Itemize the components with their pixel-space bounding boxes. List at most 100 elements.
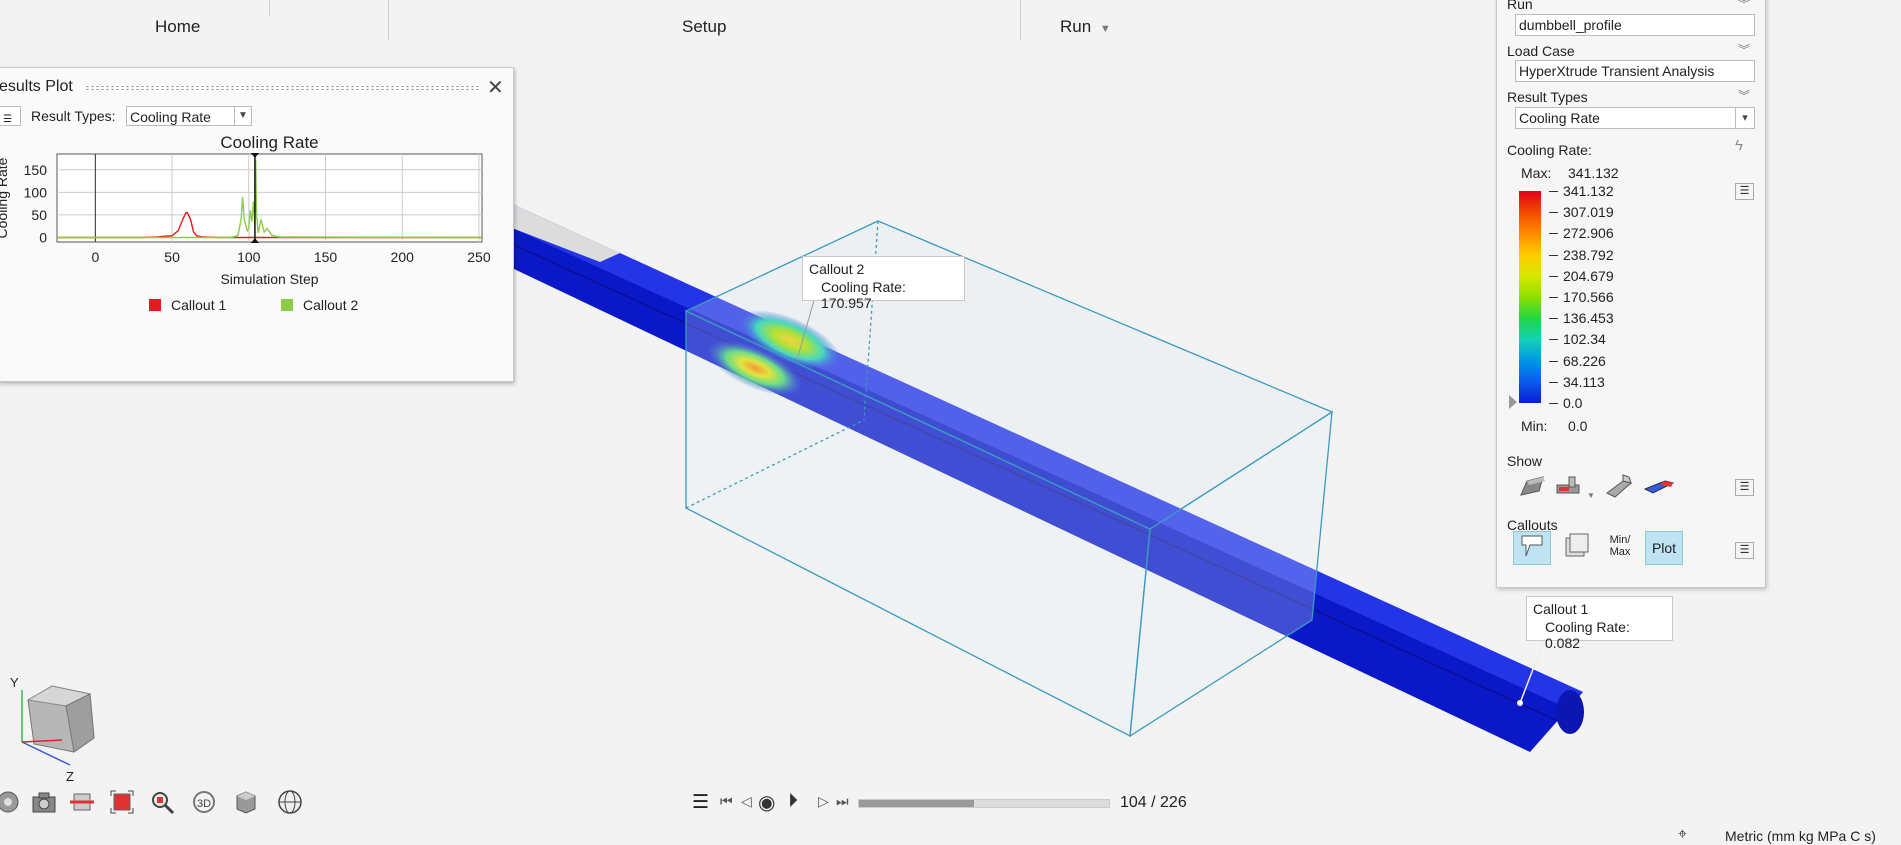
show-profile-icon[interactable]	[1517, 471, 1549, 501]
result-types-label: Result Types	[1507, 89, 1588, 105]
legend-tick	[1549, 318, 1558, 320]
callout-title: Callout 2	[809, 261, 865, 277]
double-chevron-icon[interactable]: ︾	[1738, 0, 1750, 12]
callout-tool-button[interactable]	[1513, 531, 1551, 565]
callout-value: Cooling Rate: 170.957	[821, 279, 906, 311]
x-tick-label: 50	[164, 249, 180, 265]
first-frame-icon[interactable]: ⏮	[720, 793, 733, 810]
drag-handle[interactable]	[85, 85, 481, 91]
x-tick-label: 0	[91, 249, 99, 265]
legend-menu-button[interactable]: ☰	[1735, 183, 1754, 200]
camera-icon[interactable]	[30, 788, 58, 816]
legend-value: 102.34	[1563, 331, 1606, 348]
units-settings-icon[interactable]: ⌖	[1678, 826, 1687, 844]
play-icon[interactable]: ⏵	[788, 790, 798, 813]
contour-legend[interactable]: 341.132 307.019 272.906 238.792 204.679 170.5…	[1497, 183, 1697, 411]
timeline-progress	[859, 800, 974, 807]
legend-tick	[1549, 191, 1558, 192]
min-value: 0.0	[1568, 418, 1588, 434]
orbit-icon[interactable]	[0, 788, 22, 816]
stop-icon[interactable]: ◉	[758, 790, 775, 815]
callout-list-button[interactable]	[1557, 531, 1595, 565]
menu-run[interactable]: Run ▼	[1060, 17, 1111, 37]
legend-tick	[1549, 275, 1558, 277]
legend-color-band	[1519, 360, 1541, 382]
run-value: dumbbell_profile	[1519, 17, 1622, 33]
double-chevron-icon[interactable]: ︾	[1738, 41, 1750, 58]
hamburger-menu-icon[interactable]: ☰	[692, 791, 709, 814]
show-billet-icon[interactable]	[1603, 471, 1635, 501]
legend-value: 341.132	[1563, 183, 1614, 199]
legend-value: 0.0	[1563, 395, 1583, 411]
zoom-icon[interactable]	[148, 788, 176, 816]
units-label[interactable]: Metric (mm kg MPa C s)	[1725, 828, 1876, 844]
legend-entry: Callout 2	[303, 297, 358, 313]
show-menu-button[interactable]: ☰	[1735, 479, 1754, 496]
callout-2[interactable]: Callout 2 Cooling Rate: 170.957	[802, 256, 965, 311]
playback-controls: ☰ ⏮ ◁ ◉ ⏵ ▷ ⏭ 104 / 226	[690, 790, 1210, 816]
result-type-select[interactable]: Cooling Rate ▼	[126, 106, 252, 126]
last-frame-icon[interactable]: ⏭	[836, 793, 849, 810]
svg-text:Z: Z	[66, 769, 74, 784]
run-label: Run	[1507, 0, 1533, 12]
fit-view-icon[interactable]	[108, 788, 136, 816]
legend-color-band	[1519, 275, 1541, 297]
x-tick-label: 150	[314, 249, 338, 265]
legend-slider-handle[interactable]	[1509, 395, 1517, 409]
legend-value: 307.019	[1563, 204, 1614, 221]
legend-tick	[1549, 233, 1558, 235]
legend-tick	[1549, 360, 1558, 362]
menu-home[interactable]: Home	[155, 17, 200, 37]
cube-view-icon[interactable]	[232, 788, 260, 816]
callout-icon	[1521, 535, 1543, 557]
min-max-button[interactable]: Min/ Max	[1601, 531, 1639, 565]
step-forward-icon[interactable]: ▷	[818, 793, 829, 810]
legend-color-band	[1519, 297, 1541, 319]
double-chevron-icon[interactable]: ︾	[1738, 87, 1750, 104]
legend-color-band	[1519, 254, 1541, 276]
globe-icon[interactable]	[276, 788, 304, 816]
result-types-select[interactable]: Cooling Rate ▾	[1515, 107, 1755, 129]
chart-title: Cooling Rate	[220, 133, 318, 152]
x-axis-label: Simulation Step	[220, 271, 318, 287]
show-die-icon[interactable]	[1553, 471, 1585, 501]
3d-view-icon[interactable]: 3D	[190, 788, 218, 816]
legend-swatch	[281, 299, 293, 311]
callouts-menu-button[interactable]: ☰	[1735, 542, 1754, 559]
legend-value: 136.453	[1563, 310, 1614, 327]
result-types-value: Cooling Rate	[1519, 110, 1600, 126]
plot-options-dropdown[interactable]: ☰	[0, 106, 21, 126]
legend-value: 34.113	[1563, 373, 1605, 390]
top-menu-bar: Home Setup Run ▼	[0, 0, 1495, 50]
legend-tick	[1549, 212, 1558, 214]
legend-value: 238.792	[1563, 246, 1614, 263]
callout-1[interactable]: Callout 1 Cooling Rate: 0.082	[1526, 596, 1673, 651]
load-case-label: Load Case	[1507, 43, 1575, 59]
x-tick-label: 100	[237, 249, 261, 265]
results-plot-panel: esults Plot ✕ ☰ Result Types: Cooling Ra…	[0, 67, 514, 382]
frame-counter: 104 / 226	[1120, 794, 1187, 811]
x-tick-label: 200	[391, 249, 415, 265]
view-cube-icon[interactable]	[26, 685, 95, 753]
chevron-down-icon[interactable]: ▼	[1587, 491, 1595, 500]
min-label: Min:	[1521, 418, 1548, 434]
plot-button[interactable]: Plot	[1645, 531, 1683, 565]
step-back-icon[interactable]: ◁	[741, 793, 752, 810]
timeline-slider[interactable]	[858, 799, 1110, 808]
result-types-label: Result Types:	[31, 108, 116, 124]
callout-title: Callout 1	[1533, 601, 1589, 617]
run-field[interactable]: dumbbell_profile	[1515, 14, 1755, 36]
y-tick-label: 50	[31, 207, 47, 223]
close-icon[interactable]: ✕	[487, 75, 504, 100]
lightning-icon[interactable]: ϟ	[1735, 137, 1743, 154]
max-label: Max:	[1521, 165, 1552, 181]
show-contour-icon[interactable]	[1643, 471, 1675, 501]
cooling-rate-chart: Cooling Rate 0 50 100 150 200 250 0 50 100 150 Simu…	[0, 133, 491, 313]
menu-setup[interactable]: Setup	[682, 17, 726, 37]
load-case-field[interactable]: HyperXtrude Transient Analysis	[1515, 60, 1755, 82]
chevron-down-icon: ▾	[1735, 108, 1754, 128]
x-tick-label: 250	[467, 249, 491, 265]
panel-title: esults Plot	[0, 78, 73, 95]
section-cut-icon[interactable]	[68, 788, 96, 816]
load-case-value: HyperXtrude Transient Analysis	[1519, 63, 1715, 79]
